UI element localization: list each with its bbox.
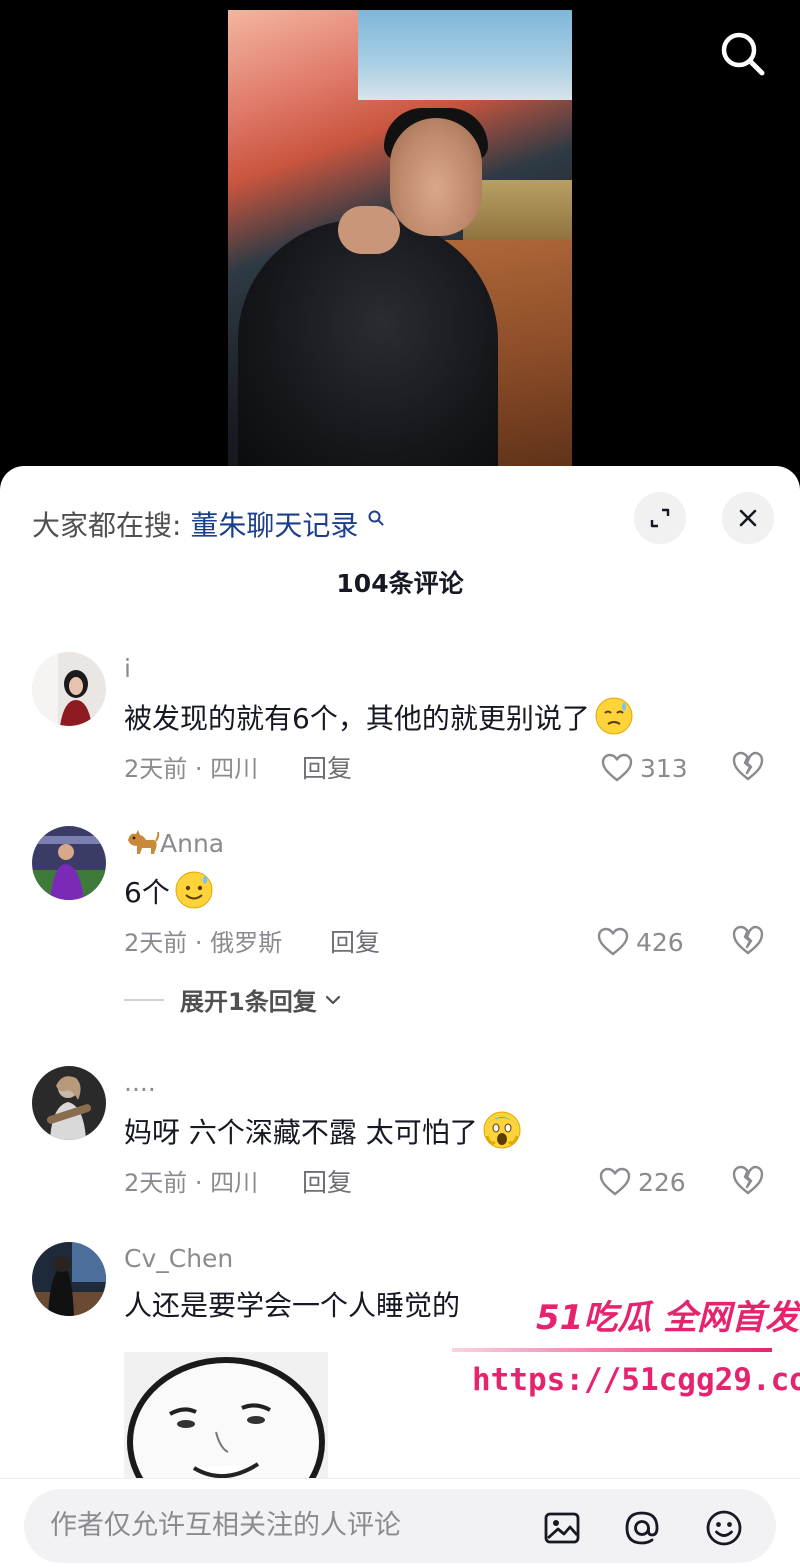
comment-author[interactable]: ....: [124, 1066, 156, 1100]
like-count: 426: [636, 927, 684, 957]
like-button[interactable]: 426: [596, 922, 684, 962]
image-icon[interactable]: [542, 1508, 582, 1548]
watermark-url: https://51cgg29.com: [472, 1362, 800, 1398]
small-search-icon: [367, 508, 385, 532]
comment-input-bar: 作者仅允许互相关注的人评论: [0, 1478, 800, 1568]
watermark-line: [452, 1348, 772, 1352]
like-count: 226: [638, 1167, 686, 1197]
search-icon[interactable]: [712, 24, 772, 84]
avatar[interactable]: [32, 1066, 106, 1140]
watermark: 51吃瓜 全网首发 https://51cgg29.com: [452, 1290, 800, 1426]
comment-input[interactable]: 作者仅允许互相关注的人评论: [24, 1489, 776, 1563]
avatar[interactable]: [32, 826, 106, 900]
heart-icon: [597, 927, 629, 956]
comment-meta: 2天前 · 俄罗斯: [124, 929, 283, 957]
expand-divider: [124, 998, 164, 1001]
heart-icon: [601, 753, 633, 782]
expand-icon[interactable]: [634, 492, 686, 544]
emoji-icon[interactable]: [704, 1508, 744, 1548]
comment-count: 104条评论: [336, 569, 464, 598]
video-person: [238, 220, 498, 470]
at-icon[interactable]: [622, 1508, 662, 1548]
broken-heart-icon: [732, 1165, 764, 1195]
hot-search-term[interactable]: 董朱聊天记录: [190, 509, 358, 542]
dislike-button[interactable]: [730, 1162, 770, 1202]
video-background-window: [358, 10, 572, 100]
dislike-button[interactable]: [730, 748, 770, 788]
broken-heart-icon: [732, 751, 764, 781]
comment-text-content: 6个: [124, 876, 170, 909]
expand-replies-button[interactable]: 展开1条回复: [124, 982, 343, 1017]
comment-text: 人还是要学会一个人睡觉的: [124, 1289, 461, 1322]
video-person-head: [390, 118, 482, 236]
reply-button[interactable]: 回复: [302, 752, 352, 786]
broken-heart-icon: [732, 925, 764, 955]
comment-author-name: Anna: [160, 829, 225, 858]
sweat-smile-emoji: [175, 871, 213, 909]
comment-author[interactable]: i: [124, 652, 131, 686]
close-icon[interactable]: [722, 492, 774, 544]
scream-emoji: [483, 1111, 521, 1149]
dislike-button[interactable]: [730, 922, 770, 962]
video-person-hand: [338, 206, 400, 254]
comment-text: 妈呀 六个深藏不露 太可怕了: [124, 1110, 522, 1153]
comment-text-content: 妈呀 六个深藏不露 太可怕了: [124, 1116, 478, 1149]
like-button[interactable]: 313: [600, 748, 688, 788]
chevron-down-icon: [325, 995, 340, 1004]
expand-replies-label: 展开1条回复: [180, 988, 317, 1016]
hot-search[interactable]: 大家都在搜: 董朱聊天记录: [32, 500, 385, 546]
comment-meta: 2天前 · 四川: [124, 1169, 259, 1197]
sweat-emoji: [595, 697, 633, 735]
video-frame[interactable]: [228, 10, 572, 470]
avatar[interactable]: [32, 652, 106, 726]
comment-meta: 2天前 · 四川: [124, 755, 259, 783]
like-count: 313: [640, 753, 688, 783]
reply-button[interactable]: 回复: [302, 1166, 352, 1200]
like-button[interactable]: 226: [598, 1162, 686, 1202]
comment-text-content: 被发现的就有6个，其他的就更别说了: [124, 702, 590, 735]
comment-author[interactable]: Anna: [124, 826, 224, 861]
comment-author[interactable]: Cv_Chen: [124, 1242, 233, 1276]
video-area[interactable]: [0, 0, 800, 480]
comment-text: 被发现的就有6个，其他的就更别说了: [124, 696, 634, 739]
comment-input-placeholder: 作者仅允许互相关注的人评论: [50, 1510, 401, 1541]
hot-search-prefix: 大家都在搜:: [32, 509, 182, 542]
dog-emoji: [128, 830, 160, 854]
heart-icon: [599, 1167, 631, 1196]
watermark-title: 51吃瓜 全网首发: [536, 1298, 800, 1338]
comment-text: 6个: [124, 870, 214, 913]
reply-button[interactable]: 回复: [330, 926, 380, 960]
avatar[interactable]: [32, 1242, 106, 1316]
